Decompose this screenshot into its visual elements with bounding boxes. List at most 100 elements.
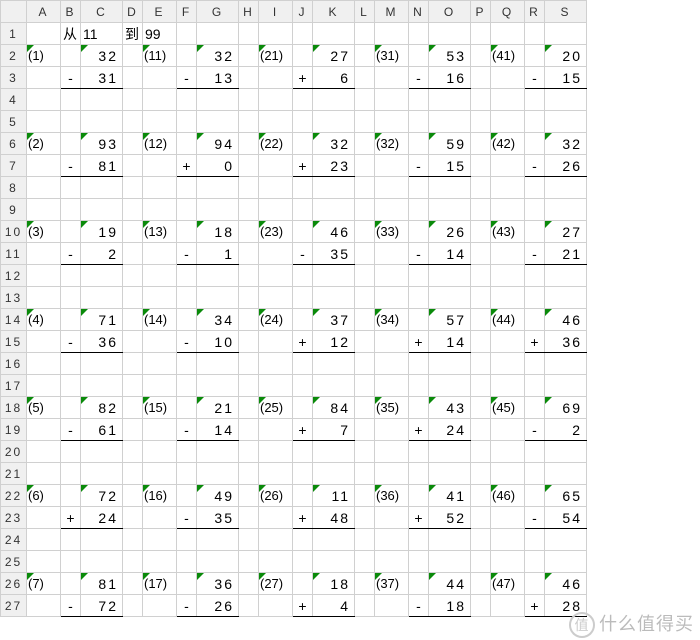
cell-B17[interactable] xyxy=(61,375,81,397)
cell-L2[interactable] xyxy=(355,45,375,67)
cell-G25[interactable] xyxy=(197,551,239,573)
cell-O24[interactable] xyxy=(429,529,471,551)
cell-C27[interactable]: 72 xyxy=(81,595,123,617)
cell-L9[interactable] xyxy=(355,199,375,221)
cell-D4[interactable] xyxy=(123,89,143,111)
cell-K18[interactable]: 84 xyxy=(313,397,355,419)
col-header-L[interactable]: L xyxy=(355,1,375,23)
cell-C15[interactable]: 36 xyxy=(81,331,123,353)
cell-B12[interactable] xyxy=(61,265,81,287)
cell-H3[interactable] xyxy=(239,67,259,89)
cell-E14[interactable]: (14) xyxy=(143,309,177,331)
cell-H16[interactable] xyxy=(239,353,259,375)
col-header-K[interactable]: K xyxy=(313,1,355,23)
cell-S15[interactable]: 36 xyxy=(545,331,587,353)
cell-J19[interactable]: + xyxy=(293,419,313,441)
cell-H15[interactable] xyxy=(239,331,259,353)
cell-D16[interactable] xyxy=(123,353,143,375)
cell-S8[interactable] xyxy=(545,177,587,199)
cell-H17[interactable] xyxy=(239,375,259,397)
cell-J26[interactable] xyxy=(293,573,313,595)
cell-J25[interactable] xyxy=(293,551,313,573)
cell-S24[interactable] xyxy=(545,529,587,551)
cell-G15[interactable]: 10 xyxy=(197,331,239,353)
cell-S16[interactable] xyxy=(545,353,587,375)
row-header-2[interactable]: 2 xyxy=(1,45,27,67)
cell-R13[interactable] xyxy=(525,287,545,309)
cell-O15[interactable]: 14 xyxy=(429,331,471,353)
cell-C3[interactable]: 31 xyxy=(81,67,123,89)
cell-D26[interactable] xyxy=(123,573,143,595)
cell-D15[interactable] xyxy=(123,331,143,353)
cell-I5[interactable] xyxy=(259,111,293,133)
row-header-27[interactable]: 27 xyxy=(1,595,27,617)
cell-L24[interactable] xyxy=(355,529,375,551)
cell-F4[interactable] xyxy=(177,89,197,111)
cell-I16[interactable] xyxy=(259,353,293,375)
cell-S11[interactable]: 21 xyxy=(545,243,587,265)
cell-G17[interactable] xyxy=(197,375,239,397)
row-header-10[interactable]: 10 xyxy=(1,221,27,243)
cell-K7[interactable]: 23 xyxy=(313,155,355,177)
cell-B2[interactable] xyxy=(61,45,81,67)
cell-J3[interactable]: + xyxy=(293,67,313,89)
cell-N19[interactable]: + xyxy=(409,419,429,441)
cell-E5[interactable] xyxy=(143,111,177,133)
cell-E23[interactable] xyxy=(143,507,177,529)
cell-B6[interactable] xyxy=(61,133,81,155)
cell-S22[interactable]: 65 xyxy=(545,485,587,507)
cell-E6[interactable]: (12) xyxy=(143,133,177,155)
cell-D25[interactable] xyxy=(123,551,143,573)
cell-Q17[interactable] xyxy=(491,375,525,397)
cell-P7[interactable] xyxy=(471,155,491,177)
cell-I6[interactable]: (22) xyxy=(259,133,293,155)
col-header-H[interactable]: H xyxy=(239,1,259,23)
cell-R5[interactable] xyxy=(525,111,545,133)
cell-C2[interactable]: 32 xyxy=(81,45,123,67)
cell-O14[interactable]: 57 xyxy=(429,309,471,331)
cell-G18[interactable]: 21 xyxy=(197,397,239,419)
cell-F27[interactable]: - xyxy=(177,595,197,617)
cell-P1[interactable] xyxy=(471,23,491,45)
cell-F10[interactable] xyxy=(177,221,197,243)
cell-L12[interactable] xyxy=(355,265,375,287)
cell-M4[interactable] xyxy=(375,89,409,111)
cell-N11[interactable]: - xyxy=(409,243,429,265)
row-header-25[interactable]: 25 xyxy=(1,551,27,573)
cell-R2[interactable] xyxy=(525,45,545,67)
cell-A23[interactable] xyxy=(27,507,61,529)
cell-B23[interactable]: + xyxy=(61,507,81,529)
cell-P2[interactable] xyxy=(471,45,491,67)
cell-J5[interactable] xyxy=(293,111,313,133)
cell-K16[interactable] xyxy=(313,353,355,375)
cell-I9[interactable] xyxy=(259,199,293,221)
cell-L10[interactable] xyxy=(355,221,375,243)
cell-H14[interactable] xyxy=(239,309,259,331)
cell-J7[interactable]: + xyxy=(293,155,313,177)
col-header-E[interactable]: E xyxy=(143,1,177,23)
cell-G26[interactable]: 36 xyxy=(197,573,239,595)
cell-H21[interactable] xyxy=(239,463,259,485)
cell-L17[interactable] xyxy=(355,375,375,397)
cell-K13[interactable] xyxy=(313,287,355,309)
cell-N4[interactable] xyxy=(409,89,429,111)
cell-F5[interactable] xyxy=(177,111,197,133)
cell-N18[interactable] xyxy=(409,397,429,419)
cell-B4[interactable] xyxy=(61,89,81,111)
cell-M19[interactable] xyxy=(375,419,409,441)
cell-Q19[interactable] xyxy=(491,419,525,441)
cell-P13[interactable] xyxy=(471,287,491,309)
row-header-18[interactable]: 18 xyxy=(1,397,27,419)
cell-S13[interactable] xyxy=(545,287,587,309)
cell-F25[interactable] xyxy=(177,551,197,573)
cell-C6[interactable]: 93 xyxy=(81,133,123,155)
cell-J8[interactable] xyxy=(293,177,313,199)
cell-B14[interactable] xyxy=(61,309,81,331)
col-header-R[interactable]: R xyxy=(525,1,545,23)
col-header-D[interactable]: D xyxy=(123,1,143,23)
cell-N15[interactable]: + xyxy=(409,331,429,353)
cell-N26[interactable] xyxy=(409,573,429,595)
cell-R18[interactable] xyxy=(525,397,545,419)
cell-L25[interactable] xyxy=(355,551,375,573)
cell-C4[interactable] xyxy=(81,89,123,111)
